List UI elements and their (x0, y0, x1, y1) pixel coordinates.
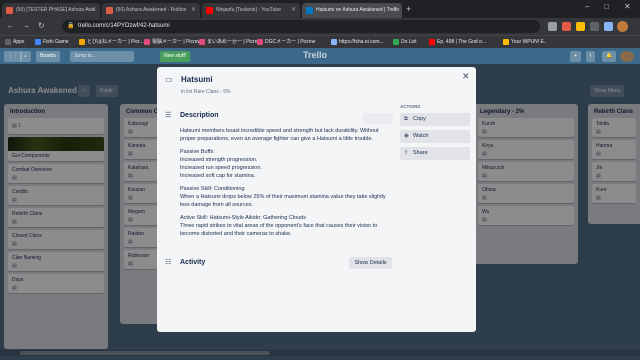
card-list-info[interactable]: in list Rare Clans - 5% (181, 89, 230, 95)
close-tab-icon[interactable]: ✕ (91, 3, 96, 18)
new-tab-icon[interactable]: + (406, 4, 411, 14)
browser-tab-strip: (50) [TESTER PHASE] Ashura Awa ✕ (50) As… (0, 0, 640, 18)
description-paragraph: Active Skill: Hatsumi-Style Aikido: Gath… (180, 214, 378, 237)
description-paragraph: Hatsumi members boast incredible speed a… (180, 128, 379, 142)
bookmark-favicon-icon (503, 39, 509, 45)
tab-label: Hatsumi on Ashura Awakened | Trello (316, 7, 399, 13)
maximize-icon[interactable]: □ (604, 2, 609, 11)
close-icon[interactable]: ✕ (462, 71, 470, 82)
card-title[interactable]: Hatsumi (181, 75, 213, 84)
back-icon[interactable]: ← (6, 21, 14, 30)
forward-icon[interactable]: → (22, 21, 30, 30)
description-body[interactable]: Hatsumi members boast incredible speed a… (180, 128, 392, 244)
lock-icon: 🔒 (67, 23, 75, 29)
extension-icon[interactable] (548, 22, 557, 31)
edit-description-button[interactable] (363, 113, 393, 124)
bookmark-favicon-icon (79, 39, 85, 45)
bookmark-label: 電脳メーカー | Picrew (152, 39, 202, 45)
description-paragraph: Passive Buffs: Increased strength progre… (180, 148, 262, 179)
jump-to-input[interactable]: Jump to... (70, 51, 134, 62)
close-window-icon[interactable]: ✕ (624, 2, 631, 11)
browser-tab-4[interactable]: Hatsumi on Ashura Awakened | Trello ✕ (302, 3, 402, 18)
apps-icon (5, 39, 11, 45)
activity-icon: ☷ (165, 259, 172, 266)
bookmark-favicon-icon (393, 39, 399, 45)
tab-label: (50) [TESTER PHASE] Ashura Awa (16, 7, 95, 13)
jump-placeholder: Jump to... (74, 53, 96, 59)
tab-label: (50) Ashura Awakened - Roblox (116, 7, 187, 13)
tab-label: Ninjaofu [Teslanio] - YouTube (216, 7, 281, 13)
share-button[interactable]: ⇪ Share (400, 147, 470, 160)
bookmark-favicon-icon (331, 39, 337, 45)
extension-icon[interactable] (562, 22, 571, 31)
copy-label: Copy (413, 116, 426, 122)
activity-heading: Activity (180, 259, 206, 266)
user-avatar[interactable] (620, 51, 634, 62)
copy-button[interactable]: ⧉ Copy (400, 113, 470, 126)
bookmark-label: Your WPUN! E.. (511, 39, 547, 45)
browser-tab-3[interactable]: Ninjaofu [Teslanio] - YouTube ✕ (202, 3, 300, 18)
extension-icon[interactable] (604, 22, 613, 31)
bookmark-label: Do List (401, 39, 417, 45)
trello-header: ⋮⋮ ⌂ Boards Jump to... New stuff! Trello… (0, 48, 640, 64)
bookmark-label: Ep. 498 | The God o... (437, 39, 487, 45)
address-bar-row: ← → ↻ 🔒 trello.com/c/14PYDzwf/42-hatsumi (0, 18, 640, 35)
profile-avatar[interactable] (617, 21, 628, 32)
copy-icon: ⧉ (404, 116, 408, 122)
close-tab-icon[interactable]: ✕ (291, 3, 296, 18)
url-field[interactable]: 🔒 trello.com/c/14PYDzwf/42-hatsumi (62, 20, 540, 33)
bookmark-favicon-icon (429, 39, 435, 45)
bookmark-label: まいあめーかー | Picrew (207, 39, 262, 45)
bookmark-favicon-icon (144, 39, 150, 45)
bell-icon[interactable]: 🔔 (602, 51, 617, 62)
new-stuff-label: New stuff! (164, 53, 187, 59)
card-detail-modal: ▭ Hatsumi in list Rare Clans - 5% ✕ ☰ De… (157, 67, 476, 332)
watch-button[interactable]: ◉ Watch (400, 130, 470, 143)
show-details-button[interactable]: Show Details (349, 257, 392, 269)
browser-tab-2[interactable]: (50) Ashura Awakened - Roblox ✕ (102, 3, 200, 18)
roblox-favicon-icon (6, 7, 13, 14)
trello-favicon-icon (306, 7, 313, 14)
share-icon: ⇪ (404, 150, 409, 156)
share-label: Share (413, 150, 428, 156)
bookmark-label: Fishi Game (43, 39, 69, 45)
roblox-favicon-icon (106, 7, 113, 14)
puzzle-icon[interactable] (590, 22, 599, 31)
description-paragraph: Passive Skill: Conditioning When a Hatsu… (180, 185, 386, 208)
url-text: trello.com/c/14PYDzwf/42-hatsumi (78, 23, 170, 29)
boards-button[interactable]: Boards (36, 51, 60, 62)
bookmark-favicon-icon (199, 39, 205, 45)
description-heading: Description (180, 112, 219, 119)
actions-label: ACTIONS (400, 104, 421, 109)
add-icon[interactable]: + (570, 51, 581, 62)
info-icon[interactable]: i (586, 51, 596, 62)
browser-tab-1[interactable]: (50) [TESTER PHASE] Ashura Awa ✕ (2, 3, 100, 18)
bookmark-label: https://fsha.ei.com... (339, 39, 384, 45)
youtube-favicon-icon (206, 7, 213, 14)
close-tab-icon[interactable]: ✕ (393, 3, 398, 18)
card-icon: ▭ (165, 75, 173, 84)
close-tab-icon[interactable]: ✕ (191, 3, 196, 18)
trello-logo[interactable]: Trello (303, 50, 327, 60)
bookmark-favicon-icon (35, 39, 41, 45)
bookmark-label: とびはねメーカー | Picr... (87, 39, 144, 45)
description-icon: ☰ (165, 112, 172, 119)
bookmarks-bar: Apps Fishi Game とびはねメーカー | Picr... 電脳メーカ… (0, 35, 640, 48)
watch-label: Watch (413, 133, 429, 139)
extension-icon[interactable] (576, 22, 585, 31)
new-stuff-button[interactable]: New stuff! (160, 51, 191, 62)
eye-icon: ◉ (404, 133, 409, 139)
reload-icon[interactable]: ↻ (38, 21, 45, 30)
bookmark-favicon-icon (257, 39, 263, 45)
boards-label: Boards (40, 53, 56, 59)
minimize-icon[interactable]: – (585, 2, 589, 11)
home-icon[interactable]: ⌂ (20, 51, 32, 62)
bookmark-label: DGCメーカー | Picrew (265, 39, 316, 45)
bookmark-label: Apps (13, 39, 25, 45)
